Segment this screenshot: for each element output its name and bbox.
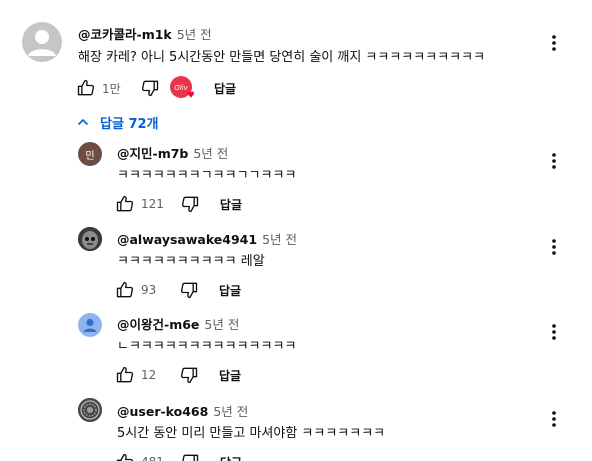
- like-count: 121: [141, 197, 164, 211]
- like-count: 481: [141, 455, 164, 461]
- thumbs-up-icon: [116, 366, 134, 383]
- kebab-menu-icon: [552, 239, 556, 255]
- reply-item: @user-ko468 5년 전 5시간 동안 미리 만들고 마셔야함 ㅋㅋㅋㅋㅋ…: [0, 394, 592, 461]
- comment-text: 해장 카레? 아니 5시간동안 만들면 당연히 술이 깨지 ㅋㅋㅋㅋㅋㅋㅋㅋㅋㅋ: [78, 50, 486, 65]
- kebab-menu-icon: [552, 153, 556, 169]
- comment-header: @alwaysawake4941 5년 전: [117, 229, 297, 248]
- dislike-button[interactable]: [178, 192, 202, 216]
- replies-toggle-button[interactable]: 답글 72개: [76, 110, 159, 134]
- reply-item: @alwaysawake4941 5년 전 ㅋㅋㅋㅋㅋㅋㅋㅋㅋㅋ 레알 93 답글: [0, 224, 592, 310]
- comment-author[interactable]: @user-ko468: [117, 404, 208, 419]
- comment-author[interactable]: @지민-m7b: [117, 146, 188, 161]
- thumbs-down-icon: [182, 454, 199, 461]
- reply-item: 민 @지민-m7b 5년 전 ㅋㅋㅋㅋㅋㅋㅋㄱㅋㅋㄱㄱㅋㅋㅋ 121 답글: [0, 138, 592, 224]
- kebab-menu-icon: [552, 35, 556, 51]
- like-button[interactable]: [74, 76, 98, 100]
- like-count: 93: [141, 283, 157, 297]
- top-comment: @코카콜라-m1k 5년 전 해장 카레? 아니 5시간동안 만들면 당연히 술이…: [0, 0, 592, 108]
- more-actions-button[interactable]: [542, 31, 566, 55]
- svg-text:Oliv: Oliv: [174, 84, 188, 92]
- like-count: 12: [141, 368, 157, 382]
- comment-actions: 12 답글: [113, 363, 241, 387]
- thumbs-down-icon: [181, 196, 199, 213]
- avatar[interactable]: [22, 22, 62, 62]
- avatar[interactable]: [78, 227, 102, 251]
- user-icon: [28, 30, 56, 56]
- thumbs-up-icon: [116, 453, 134, 461]
- like-button[interactable]: [113, 363, 137, 387]
- thumbs-up-icon: [77, 79, 95, 96]
- profile-photo-icon: [78, 398, 102, 422]
- comment-text: ㅋㅋㅋㅋㅋㅋㅋㄱㅋㅋㄱㄱㅋㅋㅋ: [117, 168, 297, 183]
- thumbs-down-icon: [141, 80, 159, 97]
- thumbs-up-icon: [116, 281, 134, 298]
- comment-actions: 1만 Oliv 답글: [74, 76, 236, 100]
- comment-author[interactable]: @alwaysawake4941: [117, 232, 257, 247]
- dislike-button[interactable]: [138, 76, 162, 100]
- comment-text: 5시간 동안 미리 만들고 마셔야함 ㅋㅋㅋㅋㅋㅋㅋ: [117, 426, 386, 441]
- like-button[interactable]: [113, 450, 137, 461]
- reply-button[interactable]: 답글: [214, 80, 236, 97]
- avatar[interactable]: [78, 313, 102, 337]
- comment-header: @지민-m7b 5년 전: [117, 143, 228, 162]
- dislike-button[interactable]: [177, 278, 201, 302]
- comment-time[interactable]: 5년 전: [204, 317, 239, 332]
- reply-button[interactable]: 답글: [220, 454, 242, 461]
- more-actions-button[interactable]: [542, 235, 566, 259]
- chevron-up-icon: [76, 115, 90, 129]
- dislike-button[interactable]: [178, 450, 202, 461]
- like-button[interactable]: [113, 278, 137, 302]
- like-button[interactable]: [113, 192, 137, 216]
- like-count: 1만: [102, 81, 121, 96]
- kebab-menu-icon: [552, 411, 556, 427]
- thumbs-down-icon: [180, 367, 198, 384]
- reply-button[interactable]: 답글: [219, 282, 241, 299]
- comment-time[interactable]: 5년 전: [193, 146, 228, 161]
- replies-count-label: 답글 72개: [100, 116, 159, 132]
- avatar[interactable]: [78, 398, 102, 422]
- reply-button[interactable]: 답글: [219, 367, 241, 384]
- comment-text: ㅋㅋㅋㅋㅋㅋㅋㅋㅋㅋ 레알: [117, 254, 265, 269]
- reply-button[interactable]: 답글: [220, 196, 242, 213]
- kebab-menu-icon: [552, 324, 556, 340]
- comment-time[interactable]: 5년 전: [213, 404, 248, 419]
- comment-header: @user-ko468 5년 전: [117, 401, 248, 420]
- thumbs-down-icon: [180, 282, 198, 299]
- more-actions-button[interactable]: [542, 320, 566, 344]
- thumbs-up-icon: [116, 195, 134, 212]
- comment-author[interactable]: @이왕건-m6e: [117, 317, 199, 332]
- comment-header: @이왕건-m6e 5년 전: [117, 314, 239, 333]
- more-actions-button[interactable]: [542, 407, 566, 431]
- comment-text: ㄴㅋㅋㅋㅋㅋㅋㅋㅋㅋㅋㅋㅋㅋㅋ: [117, 339, 297, 354]
- more-actions-button[interactable]: [542, 149, 566, 173]
- comment-actions: 121 답글: [113, 192, 242, 216]
- comment-actions: 481 답글: [113, 450, 242, 461]
- comment-author[interactable]: @코카콜라-m1k: [78, 27, 172, 42]
- creator-avatar-icon: Oliv: [170, 76, 194, 98]
- creator-heart-badge: Oliv: [168, 76, 196, 100]
- comment-time[interactable]: 5년 전: [177, 27, 212, 42]
- profile-photo-icon: [78, 227, 102, 251]
- comment-actions: 93 답글: [113, 278, 241, 302]
- avatar-letter: 민: [85, 150, 95, 162]
- dislike-button[interactable]: [177, 363, 201, 387]
- avatar[interactable]: 민: [78, 142, 102, 166]
- comment-header: @코카콜라-m1k 5년 전: [78, 24, 212, 43]
- reply-item: @이왕건-m6e 5년 전 ㄴㅋㅋㅋㅋㅋㅋㅋㅋㅋㅋㅋㅋㅋㅋ 12 답글: [0, 309, 592, 395]
- user-icon: [83, 318, 97, 332]
- comment-time[interactable]: 5년 전: [262, 232, 297, 247]
